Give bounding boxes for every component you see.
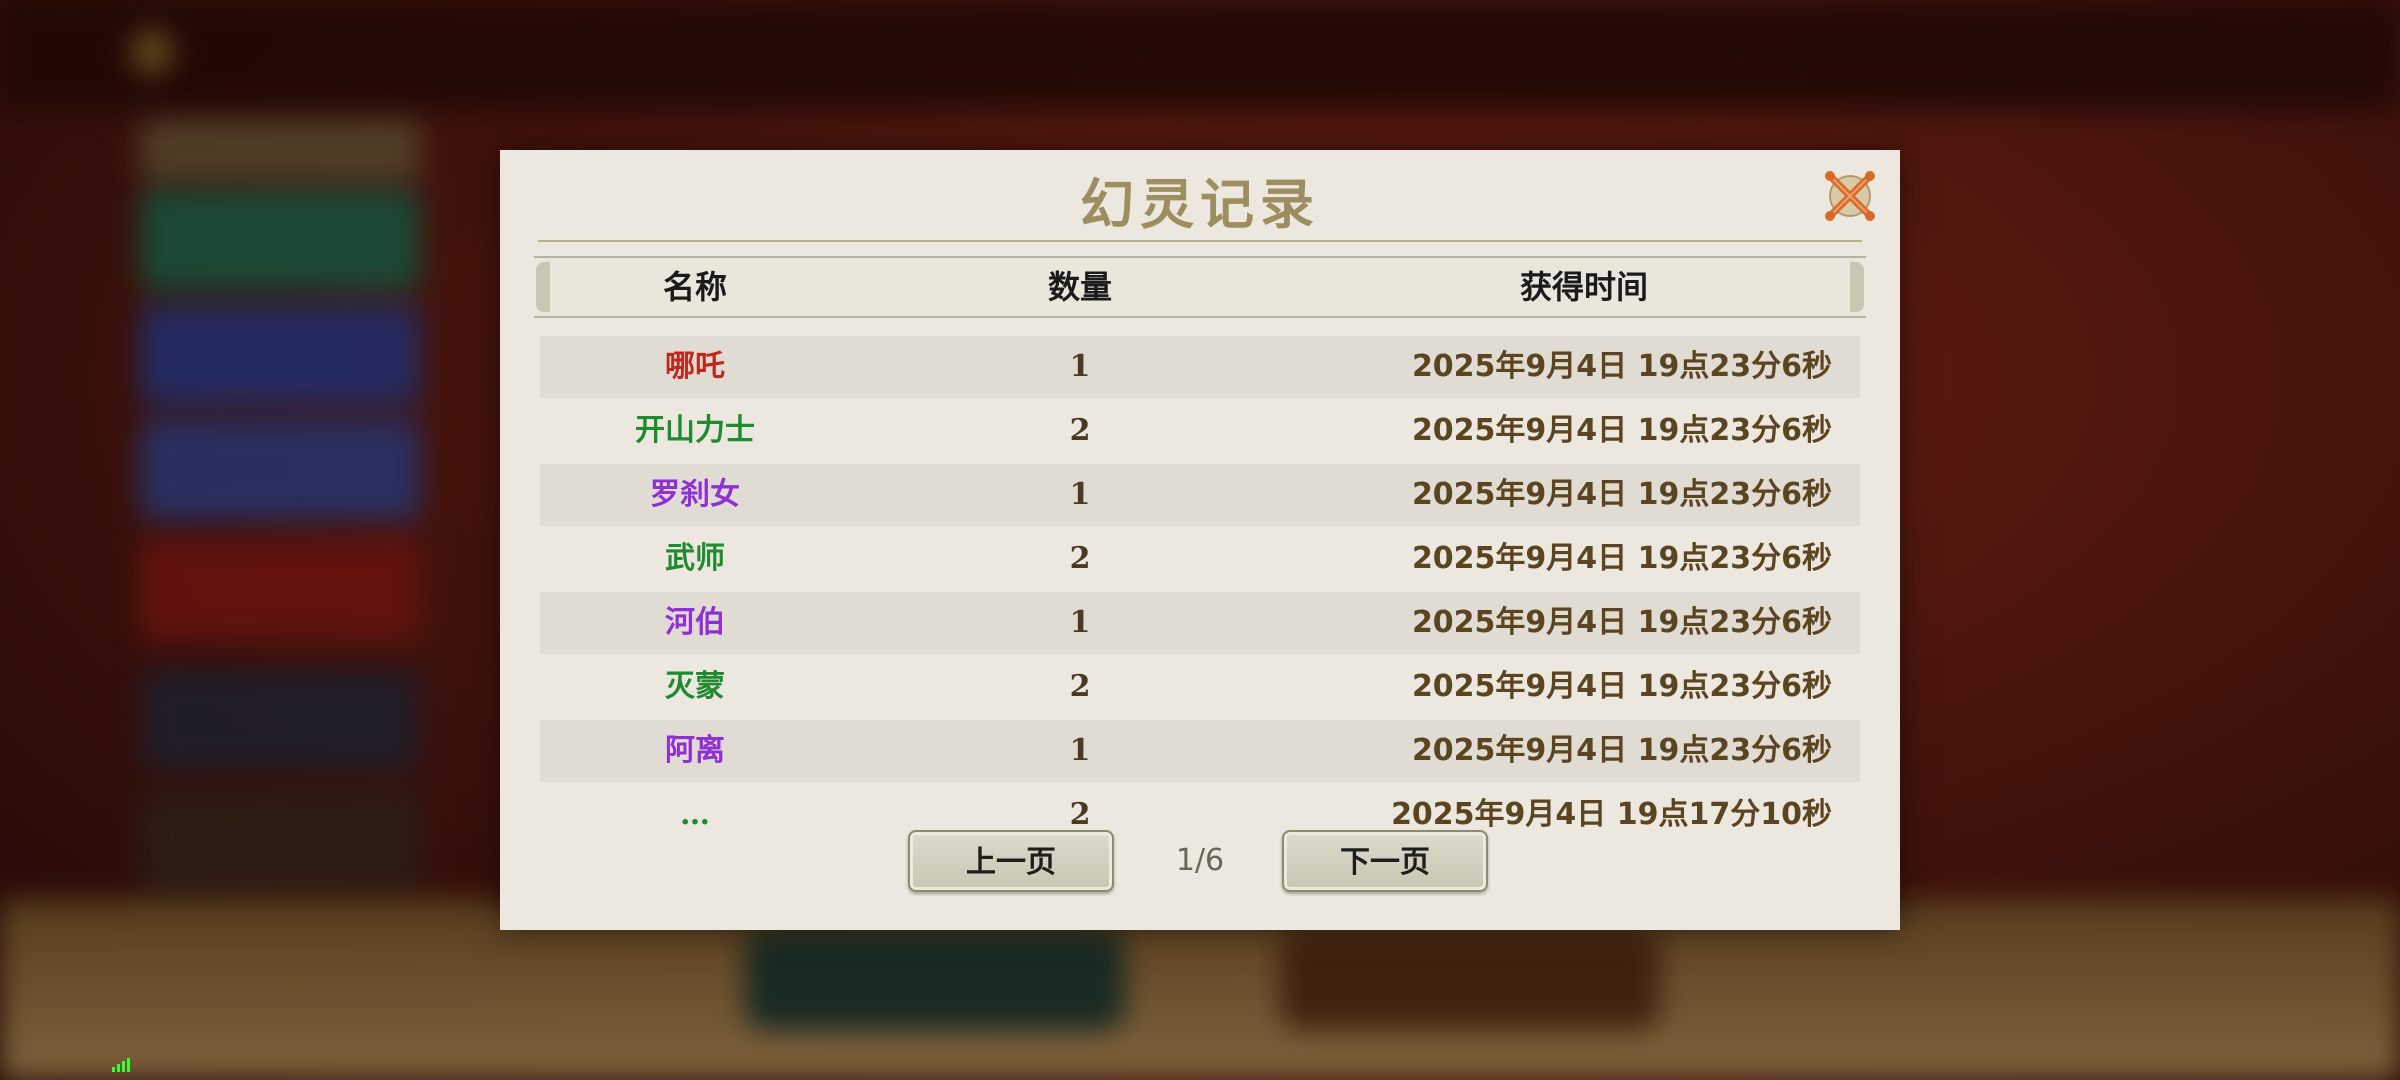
table-row: 武师 2 2025年9月4日 19点23分6秒 [540, 528, 1860, 590]
row-time: 2025年9月4日 19点23分6秒 [1411, 541, 1832, 576]
row-quantity: 2 [1069, 541, 1091, 576]
row-quantity: 1 [1069, 605, 1091, 640]
dialog-title: 幻灵记录 [1080, 172, 1320, 236]
row-time: 2025年9月4日 19点23分6秒 [1411, 477, 1832, 512]
row-quantity: 1 [1069, 477, 1091, 512]
row-name: 阿离 [665, 733, 725, 768]
header-quantity: 数量 [1047, 268, 1112, 306]
row-name: 罗刹女 [650, 477, 740, 512]
title-divider [538, 240, 1862, 242]
row-name: 武师 [665, 541, 725, 576]
row-quantity: 2 [1069, 669, 1091, 704]
table-row: 阿离 1 2025年9月4日 19点23分6秒 [540, 720, 1860, 782]
next-page-button[interactable]: 下一页 [1282, 830, 1488, 892]
table-row: 罗刹女 1 2025年9月4日 19点23分6秒 [540, 464, 1860, 526]
header-name: 名称 [662, 268, 727, 306]
table-row: 开山力士 2 2025年9月4日 19点23分6秒 [540, 400, 1860, 462]
row-quantity: 1 [1069, 349, 1091, 384]
row-name: 灭蒙 [665, 669, 725, 704]
row-name: 哪吒 [665, 349, 725, 384]
page-indicator: 1/6 [1175, 843, 1225, 878]
row-time: 2025年9月4日 19点23分6秒 [1411, 669, 1832, 704]
row-quantity: 1 [1069, 733, 1091, 768]
row-time: 2025年9月4日 19点23分6秒 [1411, 733, 1832, 768]
record-dialog: 幻灵记录 名称 数量 获得时间 哪吒 1 2025年9月4日 19点23分6秒 开山力… [500, 150, 1900, 930]
row-time: 2025年9月4日 19点23分6秒 [1411, 413, 1832, 448]
close-button[interactable] [1822, 168, 1878, 224]
row-time: 2025年9月4日 19点23分6秒 [1411, 349, 1832, 384]
table-header: 名称 数量 获得时间 [534, 256, 1866, 318]
table-row: 哪吒 1 2025年9月4日 19点23分6秒 [540, 336, 1860, 398]
prev-page-button[interactable]: 上一页 [908, 830, 1114, 892]
row-name: 河伯 [665, 605, 725, 640]
table-row: 灭蒙 2 2025年9月4日 19点23分6秒 [540, 656, 1860, 718]
row-time: 2025年9月4日 19点23分6秒 [1411, 605, 1832, 640]
close-x-icon [1825, 171, 1875, 221]
table-row: 河伯 1 2025年9月4日 19点23分6秒 [540, 592, 1860, 654]
signal-strength-icon [112, 1058, 130, 1072]
header-time: 获得时间 [1519, 268, 1648, 306]
row-name: 开山力士 [635, 413, 755, 448]
row-quantity: 2 [1069, 413, 1091, 448]
row-name: … [680, 797, 710, 832]
